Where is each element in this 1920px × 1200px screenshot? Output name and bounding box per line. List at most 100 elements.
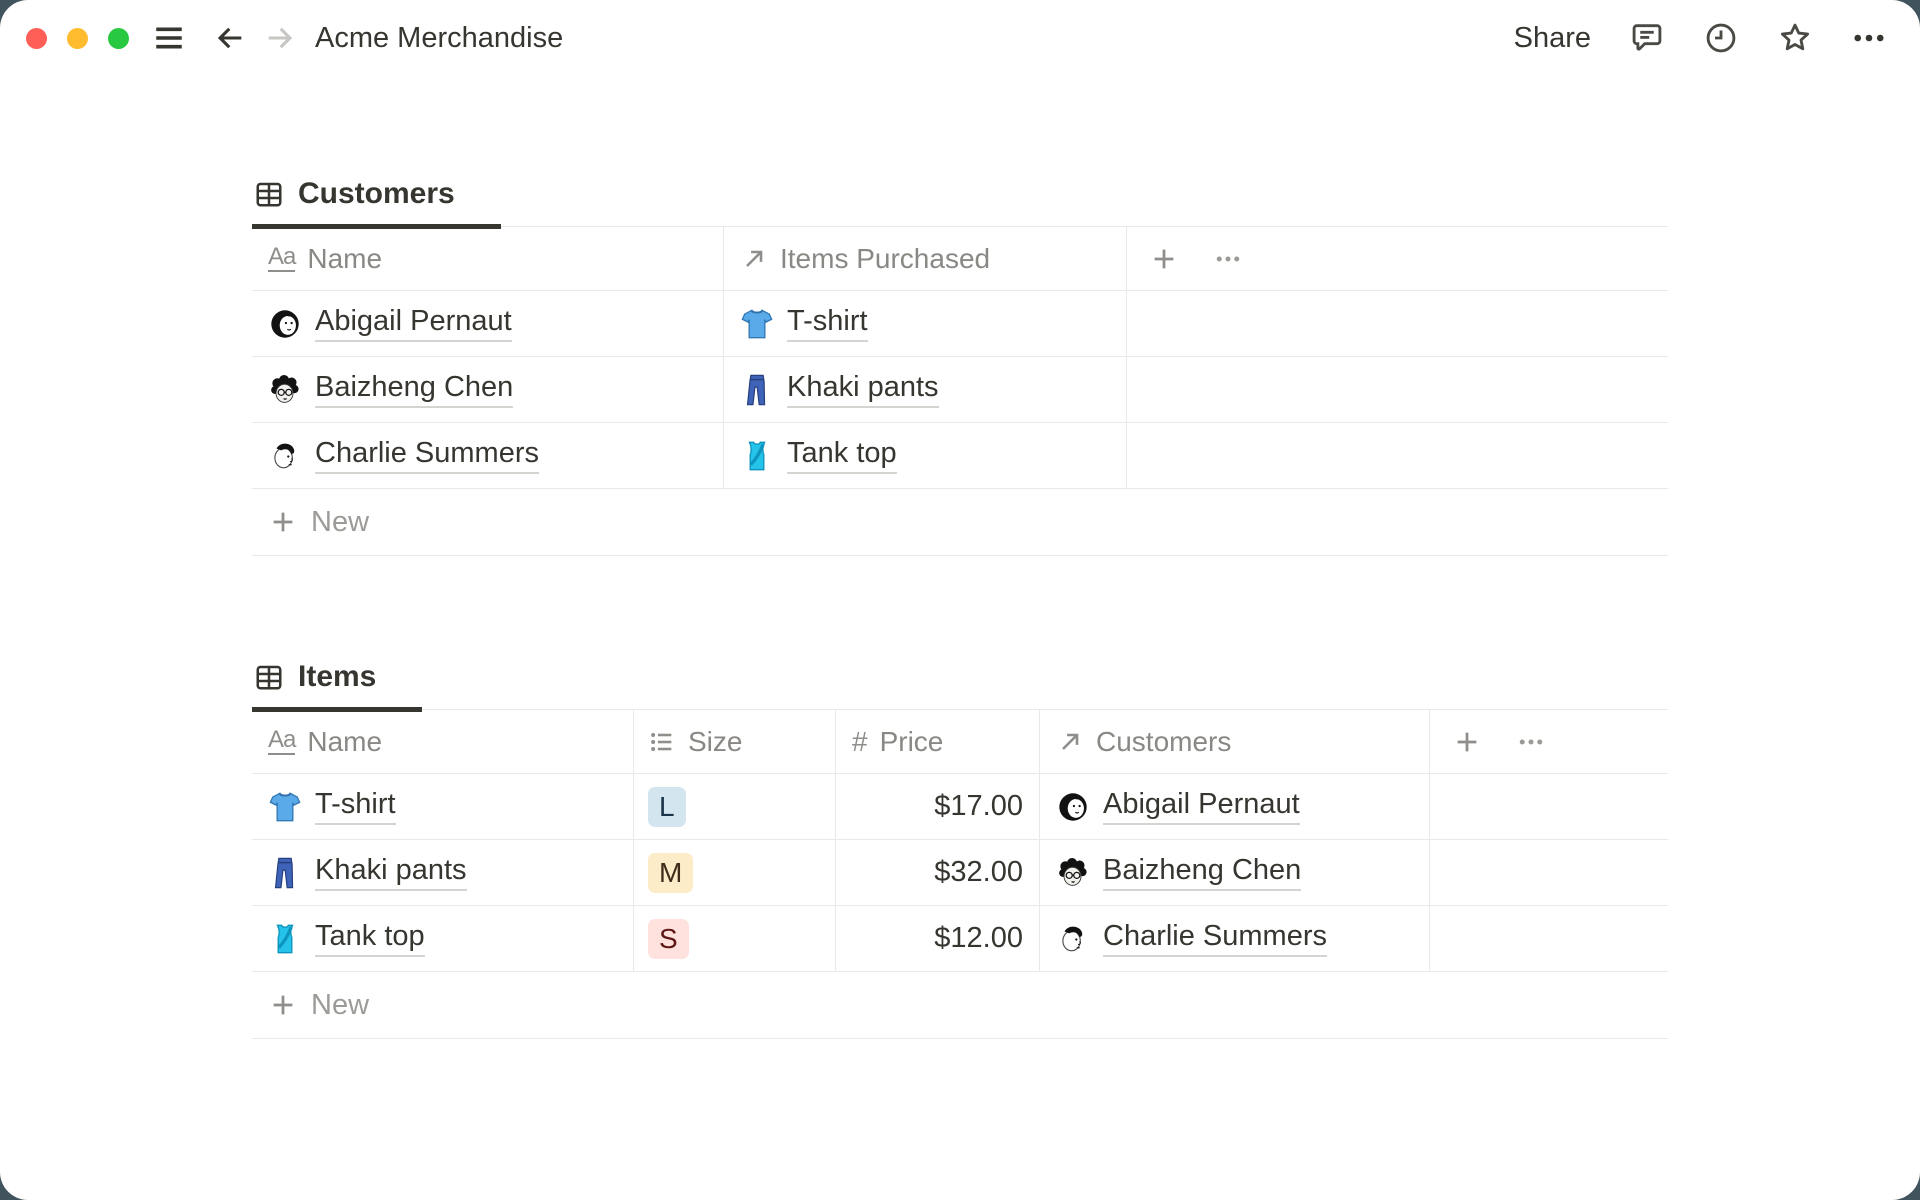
updates-button[interactable]: [1703, 20, 1739, 56]
size-cell[interactable]: M: [634, 840, 836, 906]
customer-page-link[interactable]: Charlie Summers: [315, 437, 539, 474]
items-header-row: Aa Name Size # Price Customers: [252, 710, 1668, 774]
customers-cell[interactable]: Baizheng Chen: [1040, 840, 1430, 906]
hamburger-icon: [156, 27, 182, 49]
name-cell[interactable]: T-shirt: [252, 774, 634, 840]
item-page-link[interactable]: Tank top: [787, 437, 897, 474]
table-options-button[interactable]: [1516, 727, 1546, 757]
size-tag[interactable]: S: [648, 918, 689, 959]
column-header-price[interactable]: # Price: [836, 710, 1040, 774]
name-cell[interactable]: Charlie Summers: [252, 423, 724, 489]
plus-icon: [272, 994, 294, 1016]
close-window-button[interactable]: [26, 27, 47, 49]
tab-label: Items: [298, 659, 377, 693]
column-header-size[interactable]: Size: [634, 710, 836, 774]
comment-icon: [1632, 24, 1662, 51]
forward-button[interactable]: [263, 21, 297, 55]
price-cell[interactable]: $12.00: [836, 906, 1040, 972]
price-cell[interactable]: $32.00: [836, 840, 1040, 906]
add-column-button[interactable]: [1452, 727, 1482, 757]
khaki-pants-icon: [274, 857, 294, 888]
new-row-button[interactable]: New: [252, 489, 1668, 556]
size-tag[interactable]: L: [648, 786, 686, 827]
table-options-button[interactable]: [1213, 244, 1243, 274]
avatar-charlie-icon: [1062, 925, 1083, 951]
tab-label: Customers: [298, 176, 455, 210]
comments-button[interactable]: [1629, 20, 1665, 56]
back-button[interactable]: [213, 21, 247, 55]
customers-database: Customers Aa Name Items Purchased Abigai…: [252, 160, 1668, 556]
top-bar: Acme Merchandise Share: [0, 0, 1920, 76]
forward-arrow-icon: [268, 27, 293, 49]
size-cell[interactable]: S: [634, 906, 836, 972]
items-purchased-cell[interactable]: T-shirt: [724, 291, 1127, 357]
customer-page-link[interactable]: Charlie Summers: [1103, 920, 1327, 957]
avatar-baizheng-icon: [1058, 856, 1088, 886]
new-row-label: New: [311, 505, 370, 538]
table-row: Abigail Pernaut T-shirt: [252, 291, 1668, 357]
price-cell[interactable]: $17.00: [836, 774, 1040, 840]
more-options-button[interactable]: [1851, 20, 1887, 56]
table-row: Charlie Summers Tank top: [252, 423, 1668, 489]
name-cell[interactable]: Abigail Pernaut: [252, 291, 724, 357]
size-tag[interactable]: M: [648, 852, 694, 893]
column-label: Price: [879, 725, 944, 757]
table-row: Tank top S $12.00 Charlie Summers: [252, 906, 1668, 972]
table-view-icon: [256, 665, 282, 689]
customer-page-link[interactable]: Abigail Pernaut: [315, 305, 512, 342]
items-purchased-cell[interactable]: Tank top: [724, 423, 1127, 489]
items-database: Items Aa Name Size # Price Customers T-s…: [252, 643, 1668, 1039]
table-row: Khaki pants M $32.00 Baizheng Chen: [252, 840, 1668, 906]
column-label: Size: [688, 725, 743, 757]
customer-page-link[interactable]: Baizheng Chen: [315, 371, 514, 408]
item-page-link[interactable]: T-shirt: [787, 305, 868, 342]
table-view-icon: [256, 182, 282, 206]
zoom-window-button[interactable]: [108, 27, 129, 49]
share-button[interactable]: Share: [1514, 22, 1591, 55]
row-extra: [1430, 906, 1668, 972]
row-extra: [1127, 291, 1668, 357]
column-header-name[interactable]: Aa Name: [252, 710, 634, 774]
star-icon: [1780, 23, 1810, 51]
tab-customers[interactable]: Customers: [252, 160, 501, 229]
customer-page-link[interactable]: Baizheng Chen: [1103, 854, 1302, 891]
tab-items[interactable]: Items: [252, 643, 423, 712]
name-cell[interactable]: Tank top: [252, 906, 634, 972]
sidebar-menu-button[interactable]: [151, 20, 187, 56]
khaki-pants-icon: [746, 374, 766, 405]
item-page-link[interactable]: Tank top: [315, 920, 425, 957]
item-page-link[interactable]: T-shirt: [315, 788, 396, 825]
ellipsis-icon: [1854, 34, 1884, 42]
price-value: $32.00: [934, 856, 1023, 888]
items-tab-row: Items: [252, 643, 1668, 712]
page-title: Acme Merchandise: [315, 21, 564, 54]
customer-page-link[interactable]: Abigail Pernaut: [1103, 788, 1300, 825]
customers-cell[interactable]: Charlie Summers: [1040, 906, 1430, 972]
clock-icon: [1706, 23, 1736, 53]
customers-tab-row: Customers: [252, 160, 1668, 229]
column-label: Items Purchased: [780, 242, 991, 274]
tank-top-icon: [747, 440, 767, 471]
items-purchased-cell[interactable]: Khaki pants: [724, 357, 1127, 423]
text-property-icon: Aa: [268, 243, 296, 272]
column-label: Customers: [1096, 725, 1232, 757]
column-header-customers[interactable]: Customers: [1040, 710, 1430, 774]
new-row-button[interactable]: New: [252, 972, 1668, 1039]
favorite-button[interactable]: [1777, 20, 1813, 56]
size-cell[interactable]: L: [634, 774, 836, 840]
column-header-items-purchased[interactable]: Items Purchased: [724, 227, 1127, 291]
name-cell[interactable]: Baizheng Chen: [252, 357, 724, 423]
select-property-icon: [649, 731, 673, 752]
table-row: T-shirt L $17.00 Abigail Pernaut: [252, 774, 1668, 840]
add-column-button[interactable]: [1149, 244, 1179, 274]
name-cell[interactable]: Khaki pants: [252, 840, 634, 906]
customers-cell[interactable]: Abigail Pernaut: [1040, 774, 1430, 840]
item-page-link[interactable]: Khaki pants: [787, 371, 939, 408]
column-header-name[interactable]: Aa Name: [252, 227, 724, 291]
column-label: Name: [307, 725, 383, 757]
minimize-window-button[interactable]: [67, 27, 88, 49]
column-label: Name: [307, 242, 383, 274]
price-value: $17.00: [934, 790, 1023, 822]
item-page-link[interactable]: Khaki pants: [315, 854, 467, 891]
avatar-charlie-icon: [274, 442, 295, 468]
